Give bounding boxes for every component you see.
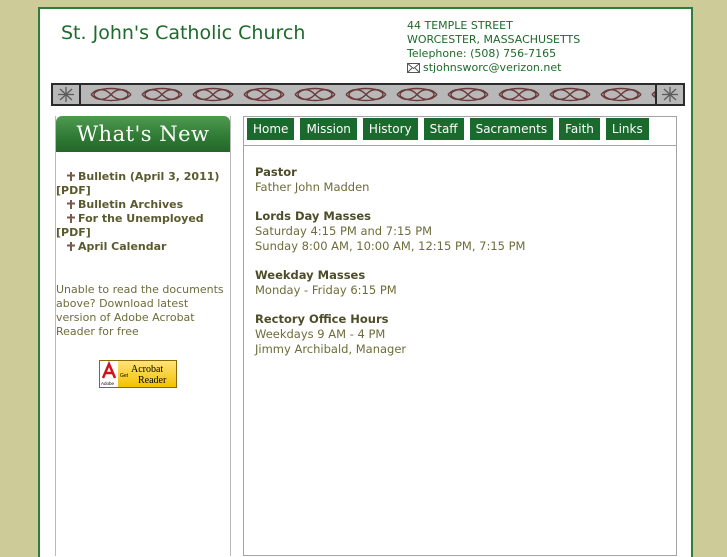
knot-motif (600, 87, 642, 102)
site-title: St. John's Catholic Church (61, 22, 306, 44)
knot-motif (192, 87, 234, 102)
address-city: WORCESTER, MASSACHUSETTS (407, 33, 581, 46)
get-acrobat-reader-button[interactable]: Adobe Get Acrobat Reader (99, 360, 177, 388)
content-area: Pastor Father John Madden Lords Day Mass… (255, 165, 525, 371)
knot-motif (294, 87, 336, 102)
cross-bullet-icon (67, 200, 75, 209)
list-item[interactable]: Bulletin (April 3, 2011) [PDF] (56, 170, 230, 198)
lords-day-section: Lords Day Masses Saturday 4:15 PM and 7:… (255, 209, 525, 254)
section-line: Weekdays 9 AM - 4 PM (255, 327, 386, 341)
section-line: Jimmy Archibald, Manager (255, 342, 407, 356)
page-container: St. John's Catholic Church 44 TEMPLE STR… (38, 7, 693, 557)
acrobat-label: Acrobat (131, 364, 163, 375)
section-line: Father John Madden (255, 180, 370, 194)
reader-label: Reader (138, 375, 167, 386)
star-ornament-icon (53, 85, 81, 104)
cross-bullet-icon (67, 242, 75, 251)
get-label: Get (120, 373, 129, 379)
adobe-label: Adobe (101, 381, 115, 386)
section-line: Monday - Friday 6:15 PM (255, 283, 397, 297)
knot-motif (396, 87, 438, 102)
knot-motif (141, 87, 183, 102)
knot-motif (345, 87, 387, 102)
section-heading: Lords Day Masses (255, 209, 371, 223)
section-line: Sunday 8:00 AM, 10:00 AM, 12:15 PM, 7:15… (255, 239, 526, 253)
section-heading: Rectory Office Hours (255, 312, 389, 326)
celtic-knot-pattern (81, 85, 683, 104)
pastor-section: Pastor Father John Madden (255, 165, 525, 195)
list-item[interactable]: For the Unemployed [PDF] (56, 212, 230, 240)
bulletin-link[interactable]: Bulletin (April 3, 2011) [PDF] (56, 170, 219, 197)
tab-faith[interactable]: Faith (559, 118, 600, 140)
rectory-section: Rectory Office Hours Weekdays 9 AM - 4 P… (255, 312, 525, 357)
knot-motif (549, 87, 591, 102)
cross-bullet-icon (67, 172, 75, 181)
contact-block: 44 TEMPLE STREET WORCESTER, MASSACHUSETT… (407, 19, 580, 75)
document-list: Bulletin (April 3, 2011) [PDF] Bulletin … (56, 170, 230, 254)
tab-links[interactable]: Links (605, 118, 649, 140)
email-row[interactable]: stjohnsworc@verizon.net (407, 61, 580, 75)
april-calendar-link[interactable]: April Calendar (78, 240, 166, 253)
star-ornament-icon (655, 85, 683, 104)
whats-new-panel: What's New Bulletin (April 3, 2011) [PDF… (55, 116, 231, 556)
knot-motif (447, 87, 489, 102)
tab-staff[interactable]: Staff (423, 118, 464, 140)
address-street: 44 TEMPLE STREET (407, 19, 513, 32)
knot-motif (243, 87, 285, 102)
section-heading: Pastor (255, 165, 297, 179)
reader-note: Unable to read the documents above? Down… (56, 283, 224, 338)
tab-mission[interactable]: Mission (300, 118, 357, 140)
weekday-section: Weekday Masses Monday - Friday 6:15 PM (255, 268, 525, 298)
decorative-banner (51, 83, 685, 106)
tab-divider (244, 145, 676, 146)
unemployed-link[interactable]: For the Unemployed [PDF] (56, 212, 204, 239)
nav-tabs: Home Mission History Staff Sacraments Fa… (247, 118, 649, 145)
cross-bullet-icon (67, 214, 75, 223)
telephone: Telephone: (508) 756-7165 (407, 47, 557, 60)
knot-motif (90, 87, 132, 102)
tab-home[interactable]: Home (247, 118, 295, 140)
email-link[interactable]: stjohnsworc@verizon.net (423, 61, 561, 75)
tab-history[interactable]: History (362, 118, 418, 140)
whats-new-heading: What's New (56, 116, 230, 152)
section-heading: Weekday Masses (255, 268, 366, 282)
list-item[interactable]: Bulletin Archives (56, 198, 230, 212)
main-panel: Home Mission History Staff Sacraments Fa… (243, 116, 677, 556)
envelope-icon (407, 63, 420, 73)
bulletin-archives-link[interactable]: Bulletin Archives (78, 198, 183, 211)
knot-motif (498, 87, 540, 102)
tab-sacraments[interactable]: Sacraments (469, 118, 554, 140)
list-item[interactable]: April Calendar (56, 240, 230, 254)
section-line: Saturday 4:15 PM and 7:15 PM (255, 224, 433, 238)
